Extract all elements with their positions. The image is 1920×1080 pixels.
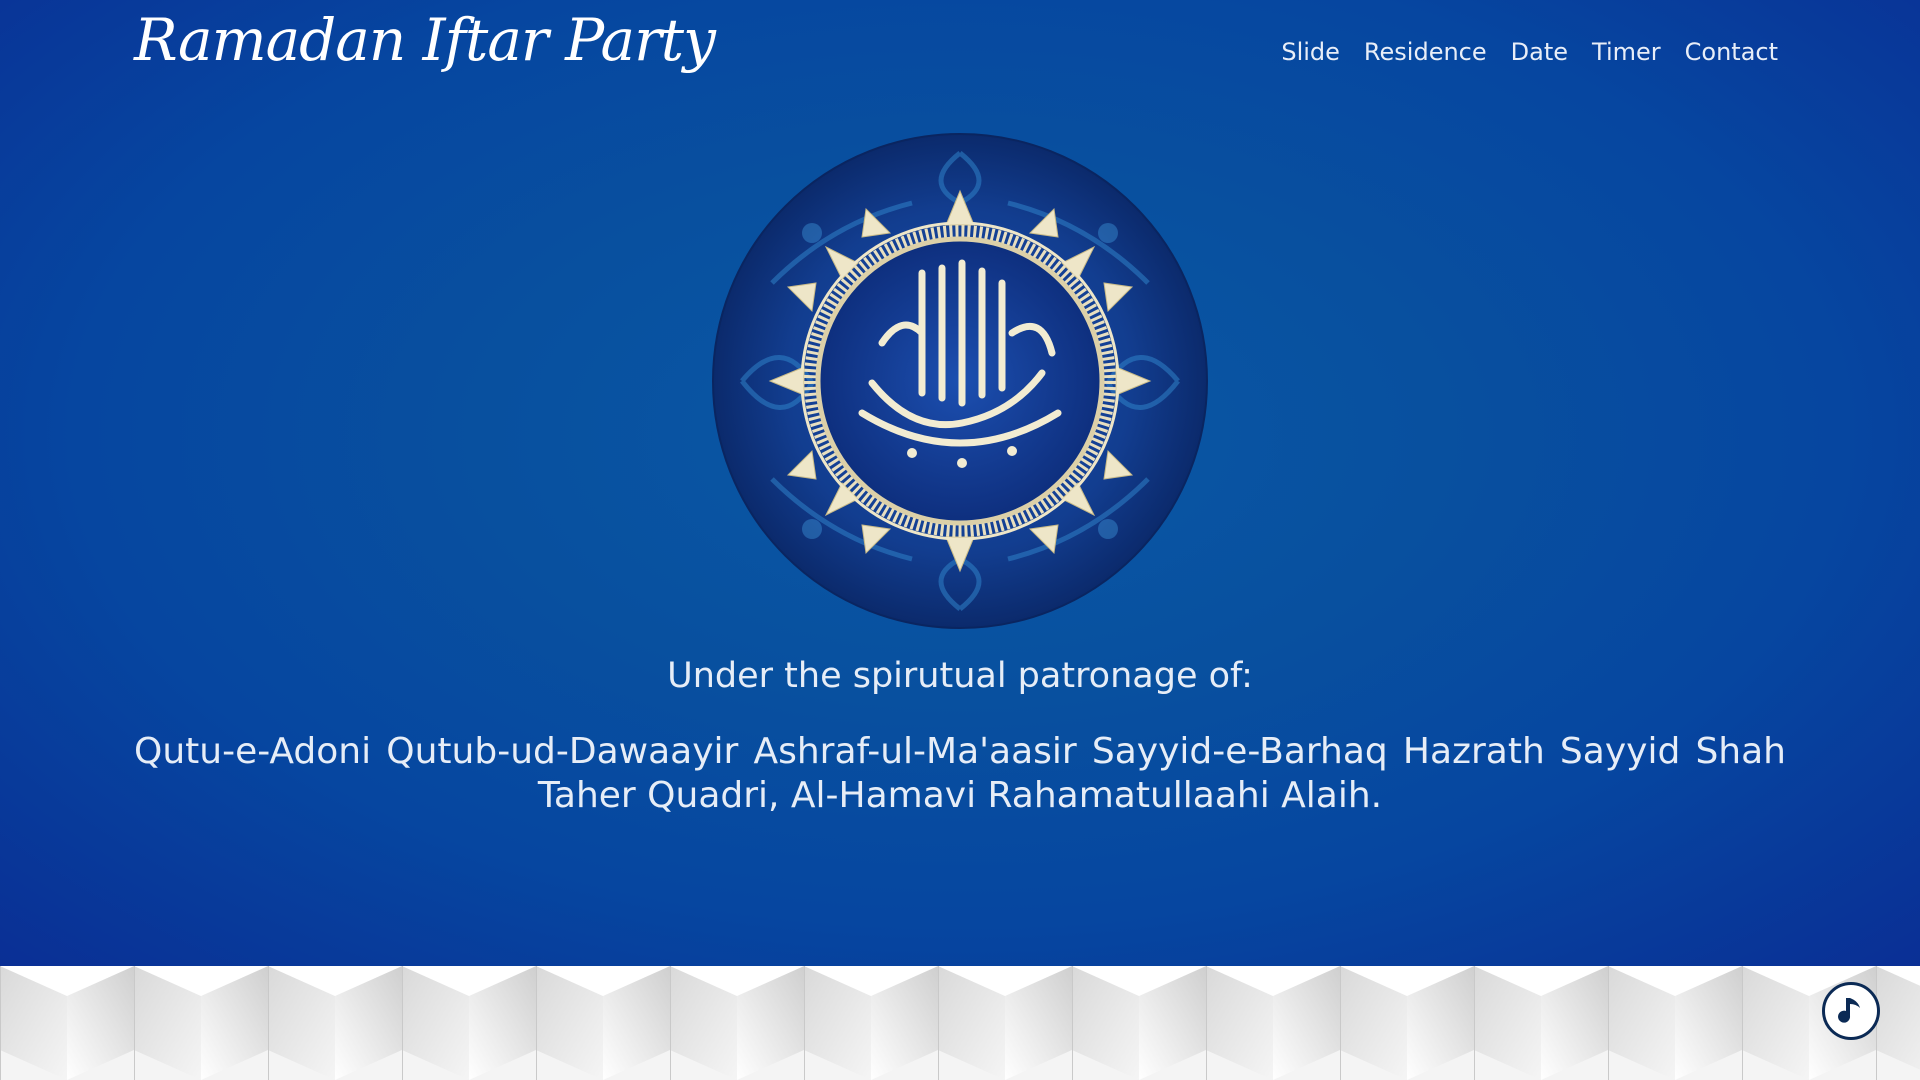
bismillah-emblem [712,133,1208,629]
patronage-names: Qutu-e-Adoni Qutub-ud-Dawaayir Ashraf-ul… [134,731,1786,816]
brand-title[interactable]: Ramadan Iftar Party [134,6,716,74]
nav-links: Slide Residence Date Timer Contact [1281,38,1778,66]
nav-item-slide[interactable]: Slide [1281,38,1340,66]
music-toggle-button[interactable] [1822,982,1880,1040]
nav-item-contact[interactable]: Contact [1685,38,1778,66]
hero-section: Ramadan Iftar Party Slide Residence Date… [0,0,1920,966]
music-note-icon [1838,998,1860,1023]
nav-item-timer[interactable]: Timer [1592,38,1661,66]
patronage-label: Under the spirutual patronage of: [667,656,1253,696]
tile-pattern-graphic [0,966,1920,1080]
navbar: Ramadan Iftar Party Slide Residence Date… [0,0,1920,110]
footer-tile-pattern [0,966,1920,1080]
nav-item-date[interactable]: Date [1511,38,1568,66]
nav-item-residence[interactable]: Residence [1364,38,1487,66]
